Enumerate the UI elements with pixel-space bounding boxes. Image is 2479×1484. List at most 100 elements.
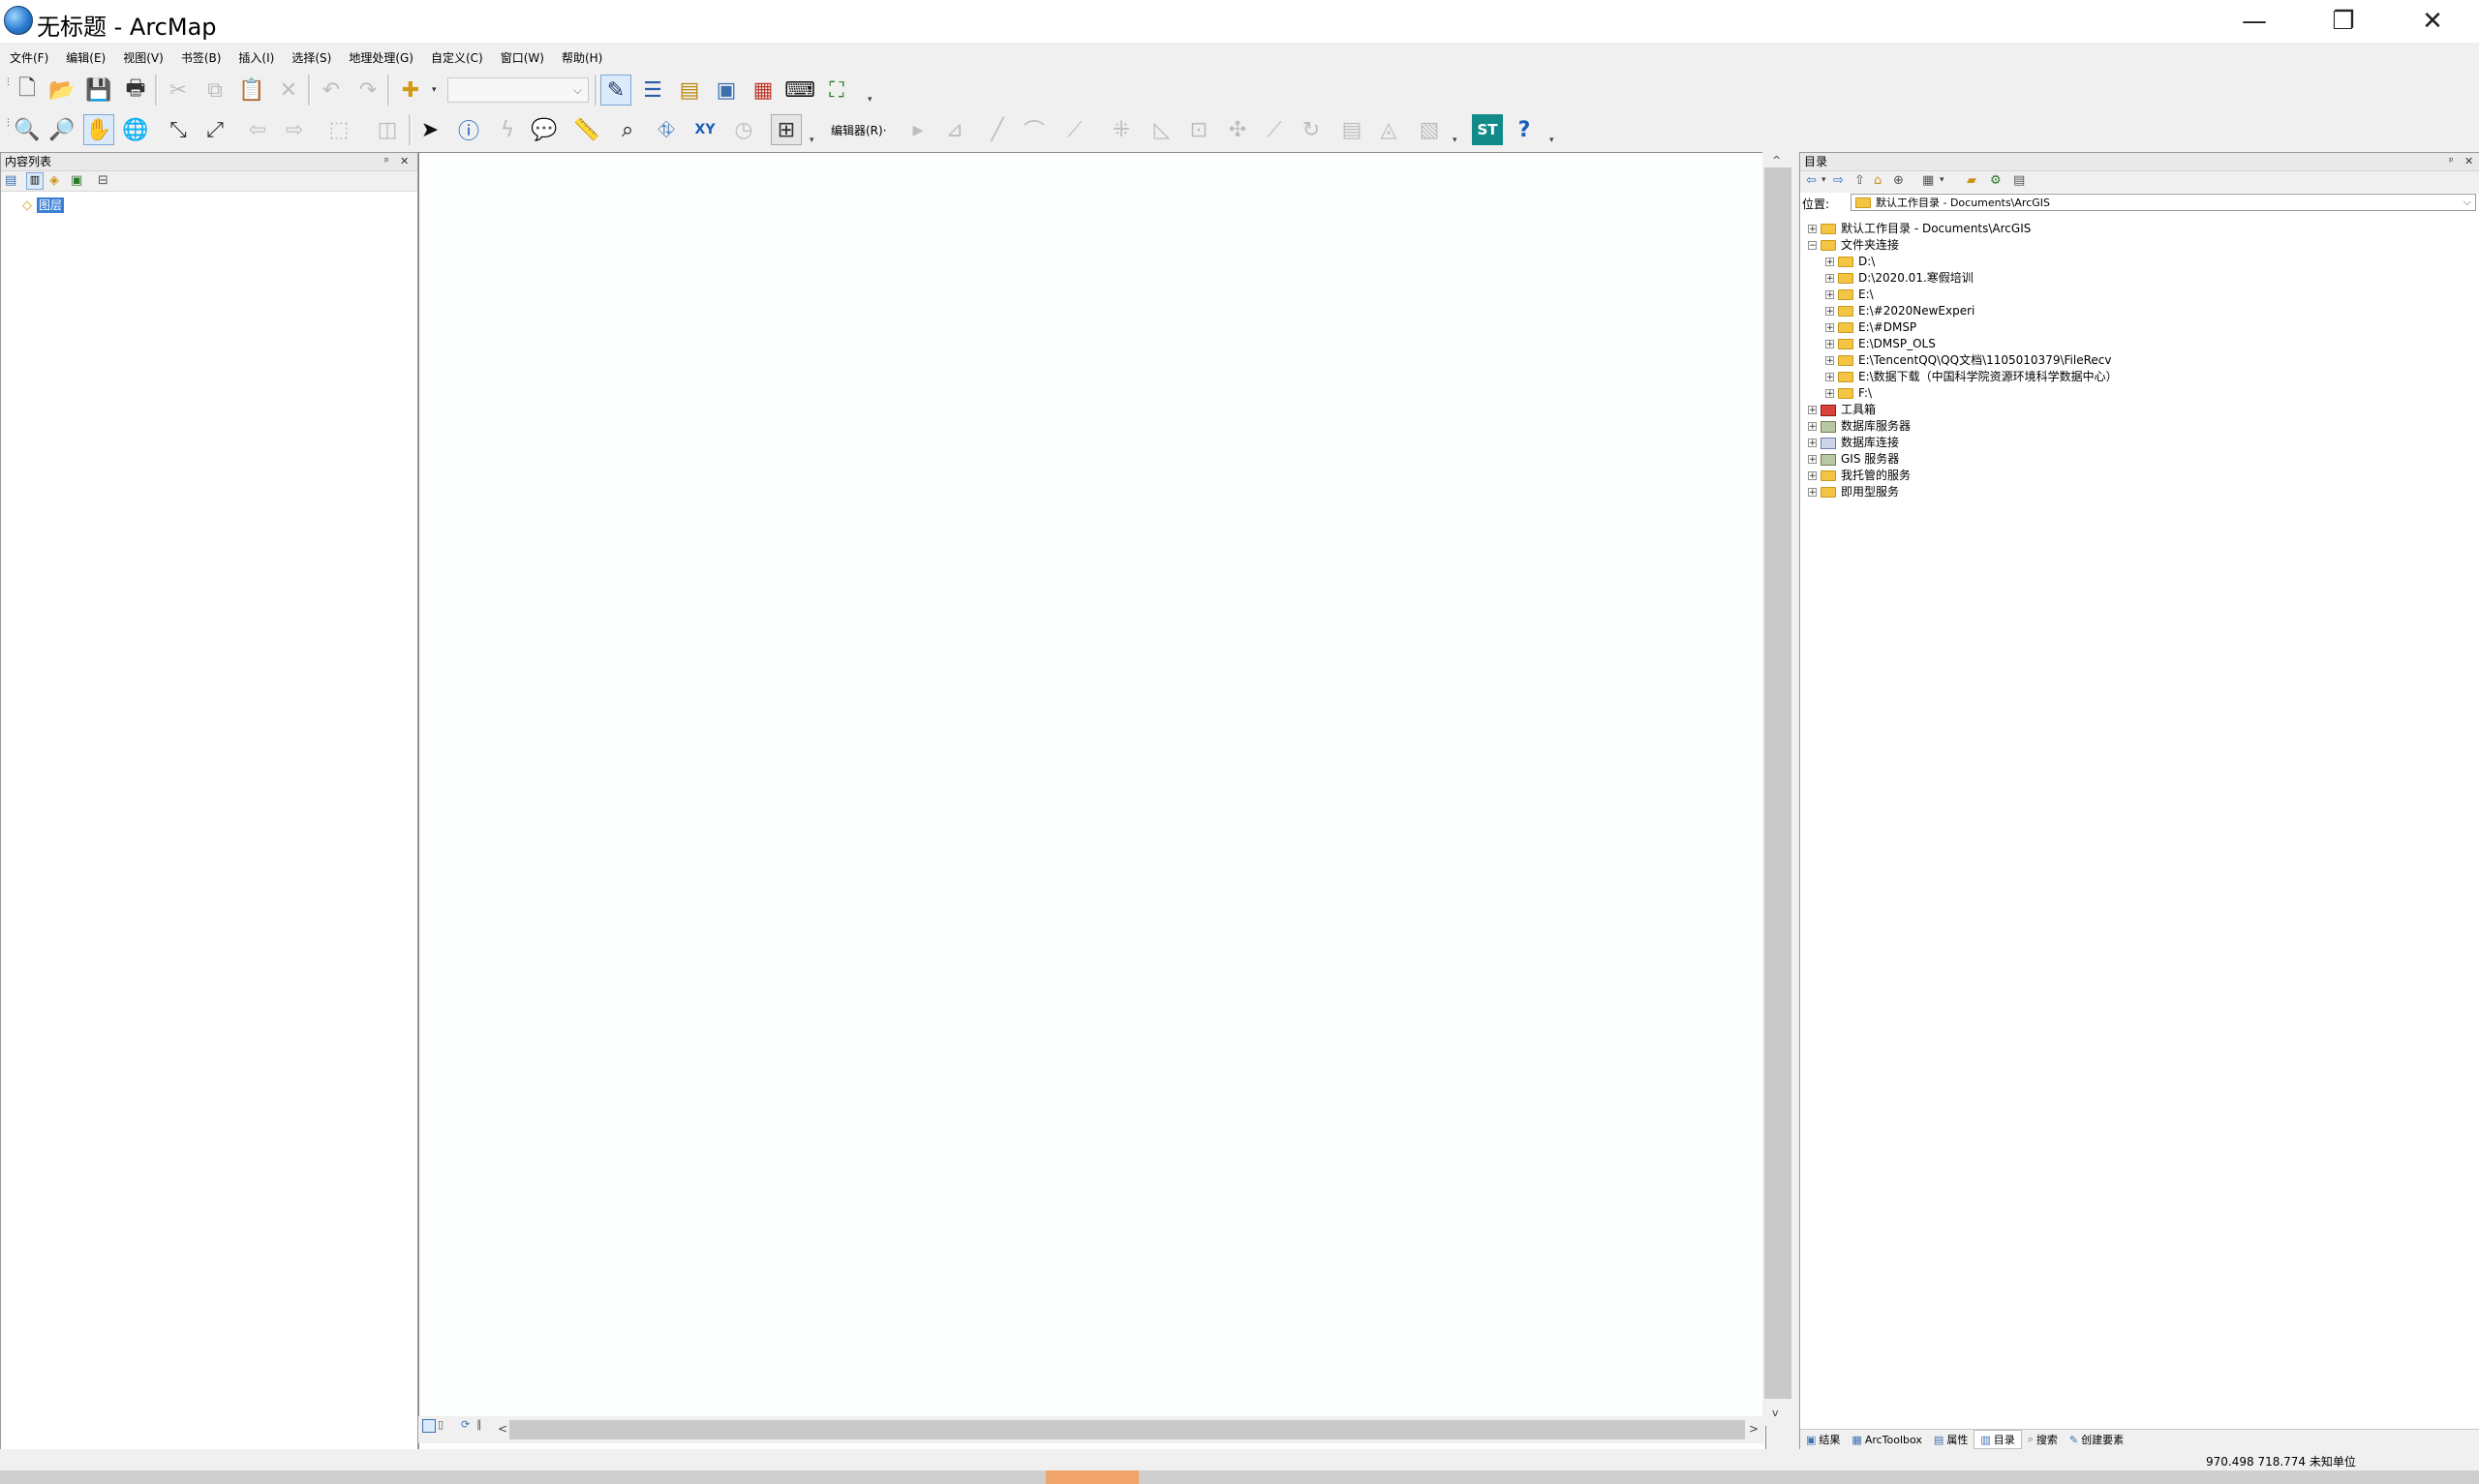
catalog-tree-item[interactable]: + 我托管的服务 <box>1808 468 1911 484</box>
home-icon[interactable]: ⌂ <box>1874 173 1882 188</box>
clear-selection-icon[interactable]: ◫ <box>372 114 403 145</box>
catalog-tree-item[interactable]: + 默认工作目录 - Documents\ArcGIS <box>1808 221 2031 237</box>
scroll-right-icon[interactable]: > <box>1749 1422 1759 1436</box>
expand-plus-icon[interactable]: + <box>1825 340 1834 349</box>
expand-plus-icon[interactable]: + <box>1808 439 1817 448</box>
table-of-contents-icon[interactable]: ☰ <box>637 75 668 106</box>
catalog-tree-item[interactable]: + D:\2020.01.寒假培训 <box>1825 270 1974 287</box>
time-slider-icon[interactable]: ◷ <box>728 114 759 145</box>
help-question-icon[interactable]: ? <box>1509 114 1540 145</box>
forward-icon[interactable]: ⇨ <box>1833 173 1844 188</box>
cut-polygons-icon[interactable]: ✣ <box>1222 114 1253 145</box>
measure-icon[interactable]: 📏 <box>571 114 602 145</box>
menu-item[interactable]: 帮助(H) <box>552 49 610 66</box>
fixed-zoom-in-icon[interactable]: ⤡ <box>163 114 194 145</box>
list-by-source-icon[interactable]: ▥ <box>26 172 44 190</box>
location-select[interactable]: 默认工作目录 - Documents\ArcGIS ⌵ <box>1851 194 2476 211</box>
undo-icon[interactable]: ↶ <box>316 75 347 106</box>
create-viewer-window-icon[interactable]: ⊞ <box>771 114 802 145</box>
catalog-tree-item[interactable]: + E:\数据下载（中国科学院资源环境科学数据中心） <box>1825 369 2118 385</box>
minimize-button[interactable]: — <box>2210 0 2299 43</box>
edit-tool-icon[interactable]: ▸ <box>903 114 933 145</box>
editor-toolbar-icon[interactable]: ✎ <box>600 75 631 106</box>
catalog-tree-item[interactable]: + E:\#DMSP <box>1825 319 1916 336</box>
views-grid-icon[interactable]: ▦ <box>1922 173 1934 188</box>
pin-icon[interactable]: ᵖ <box>2449 153 2454 170</box>
fixed-zoom-out-icon[interactable]: ⤢ <box>199 114 230 145</box>
scroll-up-icon[interactable]: ^ <box>1772 154 1781 167</box>
toolbar-overflow-icon[interactable]: ▾ <box>810 136 815 145</box>
list-by-visibility-icon[interactable]: ◈ <box>49 173 59 188</box>
edit-annotation-icon[interactable]: ⊿ <box>939 114 970 145</box>
paste-icon[interactable]: 📋 <box>236 75 267 106</box>
toolbar-overflow-icon[interactable]: ▾ <box>868 95 873 105</box>
hyperlink-lightning-icon[interactable]: ϟ <box>492 114 523 145</box>
redo-icon[interactable]: ↷ <box>352 75 383 106</box>
catalog-tree-item[interactable]: + F:\ <box>1825 385 1872 402</box>
catalog-tree-item[interactable]: + E:\#2020NewExperi <box>1825 303 1974 319</box>
expand-plus-icon[interactable]: + <box>1825 307 1834 317</box>
pin-icon[interactable]: ᵖ <box>384 153 389 170</box>
expand-plus-icon[interactable]: + <box>1825 373 1834 382</box>
list-by-selection-icon[interactable]: ▣ <box>71 173 82 188</box>
copy-icon[interactable]: ⧉ <box>199 75 230 106</box>
html-popup-icon[interactable]: 💬 <box>529 114 560 145</box>
map-vertical-scrollbar[interactable]: ^ v <box>1762 152 1793 1426</box>
up-one-level-icon[interactable]: ⇧ <box>1854 173 1865 188</box>
menu-item[interactable]: 文件(F) <box>0 49 56 66</box>
expand-plus-icon[interactable]: + <box>1825 290 1834 300</box>
forward-arrow-icon[interactable]: ⇨ <box>279 114 310 145</box>
pan-hand-icon[interactable]: ✋ <box>83 114 114 145</box>
horizontal-scroll-thumb[interactable] <box>509 1420 1745 1439</box>
catalog-tree-item[interactable]: − 文件夹连接 <box>1808 237 1899 254</box>
search-window-icon[interactable]: ▣ <box>711 75 742 106</box>
zoom-in-icon[interactable]: 🔍 <box>12 114 43 145</box>
menu-item[interactable]: 视图(V) <box>113 49 171 66</box>
data-view-icon[interactable] <box>422 1419 436 1433</box>
back-dropdown-icon[interactable]: ▾ <box>1821 175 1826 185</box>
expand-plus-icon[interactable]: + <box>1808 455 1817 465</box>
add-data-icon[interactable]: ✚ <box>395 75 426 106</box>
toolbar-overflow-icon[interactable]: ▾ <box>1549 136 1555 145</box>
identify-info-icon[interactable]: ⓘ <box>453 114 484 145</box>
new-document-icon[interactable]: 🗋 <box>12 75 43 106</box>
connect-folder-icon[interactable]: ⊕ <box>1893 173 1904 188</box>
catalog-tree-item[interactable]: + 工具箱 <box>1808 402 1876 418</box>
rotate-icon[interactable]: ↻ <box>1296 114 1327 145</box>
split-icon[interactable]: ⟋ <box>1259 114 1290 145</box>
find-binoculars-icon[interactable]: ⌕ <box>612 114 643 145</box>
scroll-left-icon[interactable]: < <box>498 1422 507 1436</box>
end-point-arc-icon[interactable]: ⌒ <box>1019 114 1050 145</box>
menu-item[interactable]: 窗口(W) <box>491 49 552 66</box>
expand-plus-icon[interactable]: + <box>1808 406 1817 415</box>
toc-options-icon[interactable]: ⊟ <box>98 173 108 188</box>
toggle-contents-icon[interactable]: ▰ <box>1967 173 1976 188</box>
map-view[interactable] <box>418 152 1766 1451</box>
full-extent-globe-icon[interactable]: 🌐 <box>120 114 151 145</box>
catalog-tree-item[interactable]: + 数据库服务器 <box>1808 418 1911 435</box>
catalog-tab[interactable]: ✎ 创建要素 <box>2064 1431 2129 1448</box>
catalog-tab[interactable]: ▣ 结果 <box>1800 1431 1846 1448</box>
scroll-down-icon[interactable]: v <box>1772 1407 1779 1419</box>
catalog-tree-item[interactable]: + E:\TencentQQ\QQ文档\1105010379\FileRecv <box>1825 352 2111 369</box>
catalog-tab[interactable]: ▦ ArcToolbox <box>1846 1431 1928 1448</box>
expand-plus-icon[interactable]: + <box>1808 422 1817 432</box>
cut-icon[interactable]: ✂ <box>163 75 194 106</box>
menu-item[interactable]: 书签(B) <box>171 49 230 66</box>
metadata-icon[interactable]: ▤ <box>2013 173 2025 188</box>
toolbar-grip[interactable]: ⋮ <box>4 77 13 87</box>
list-by-drawing-order-icon[interactable]: ▤ <box>5 173 16 188</box>
create-features-icon[interactable]: ▧ <box>1414 114 1445 145</box>
toc-close-icon[interactable]: ✕ <box>400 153 409 170</box>
reshape-icon[interactable]: ⊡ <box>1183 114 1214 145</box>
expand-plus-icon[interactable]: + <box>1825 274 1834 284</box>
menu-item[interactable]: 选择(S) <box>282 49 339 66</box>
expand-plus-icon[interactable]: + <box>1808 471 1817 481</box>
views-dropdown-icon[interactable]: ▾ <box>1940 175 1944 185</box>
sketch-properties-icon[interactable]: ◬ <box>1373 114 1404 145</box>
add-data-dropdown-icon[interactable]: ▾ <box>432 85 437 95</box>
map-scale-select[interactable]: ⌵ <box>447 77 589 103</box>
catalog-tab[interactable]: ▤ 属性 <box>1928 1431 1974 1448</box>
layer-name[interactable]: 图层 <box>37 197 65 213</box>
menu-item[interactable]: 插入(I) <box>229 49 282 66</box>
